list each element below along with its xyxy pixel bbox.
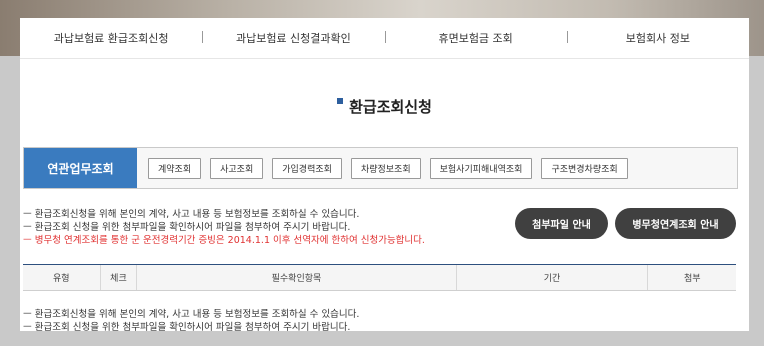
related-buttons: 계약조회 사고조회 가입경력조회 차량정보조회 보험사기피해내역조회 구조변경차… [148,148,628,188]
title-area: 환급조회신청 [20,96,749,117]
notice-line: ㅡ 환급조회신청을 위해 본인의 계약, 사고 내용 등 보험정보를 조회하실 … [23,209,360,220]
mma-inquiry-guide-button[interactable]: 병무청연계조회 안내 [615,208,736,239]
th-type: 유형 [53,274,70,284]
nav-refund-request[interactable]: 과납보험료 환급조회신청 [20,30,202,46]
table-header: 유형 체크 필수확인항목 기간 첨부 [23,264,736,291]
modified-vehicle-button[interactable]: 구조변경차량조회 [541,157,628,179]
th-required-items: 필수확인항목 [136,265,455,290]
page-title: 환급조회신청 [349,98,432,116]
notice-line: ㅡ 환급조회 신청을 위한 첨부파일을 확인하시어 파일을 첨부하여 주시기 바… [23,222,351,233]
attachment-guide-button[interactable]: 첨부파일 안내 [515,208,608,239]
nav-result-check[interactable]: 과납보험료 신청결과확인 [202,30,384,46]
nav-insurer-info[interactable]: 보험회사 정보 [566,30,749,46]
fraud-damage-button[interactable]: 보험사기피해내역조회 [429,157,533,179]
th-period: 기간 [455,265,648,290]
nav-dormant-insurance[interactable]: 휴면보험금 조회 [384,30,567,46]
main-card: 과납보험료 환급조회신청 과납보험료 신청결과확인 휴면보험금 조회 보험회사 … [20,18,749,331]
notice-line: ㅡ 환급조회 신청을 위한 첨부파일을 확인하시어 파일을 첨부하여 주시기 바… [23,322,351,331]
related-tasks-box: 연관업무조회 계약조회 사고조회 가입경력조회 차량정보조회 보험사기피해내역조… [23,147,738,189]
notice-line-warning: ㅡ 병무청 연계조회를 통한 군 운전경력기간 증빙은 2014.1.1 이후 … [23,235,425,246]
vehicle-info-button[interactable]: 차량정보조회 [350,157,421,179]
related-tasks-label: 연관업무조회 [24,148,137,188]
contract-inquiry-button[interactable]: 계약조회 [148,157,202,179]
th-attachment: 첨부 [647,265,736,290]
notice-text-repeat: ㅡ 환급조회신청을 위해 본인의 계약, 사고 내용 등 보험정보를 조회하실 … [23,308,359,331]
subscription-history-button[interactable]: 가입경력조회 [272,157,342,179]
notice-line: ㅡ 환급조회신청을 위해 본인의 계약, 사고 내용 등 보험정보를 조회하실 … [23,309,360,320]
top-navigation: 과납보험료 환급조회신청 과납보험료 신청결과확인 휴면보험금 조회 보험회사 … [20,18,749,59]
th-check: 체크 [99,265,137,290]
notice-text: ㅡ 환급조회신청을 위해 본인의 계약, 사고 내용 등 보험정보를 조회하실 … [23,208,425,247]
accident-inquiry-button[interactable]: 사고조회 [210,157,264,179]
title-bullet-icon [337,98,344,104]
